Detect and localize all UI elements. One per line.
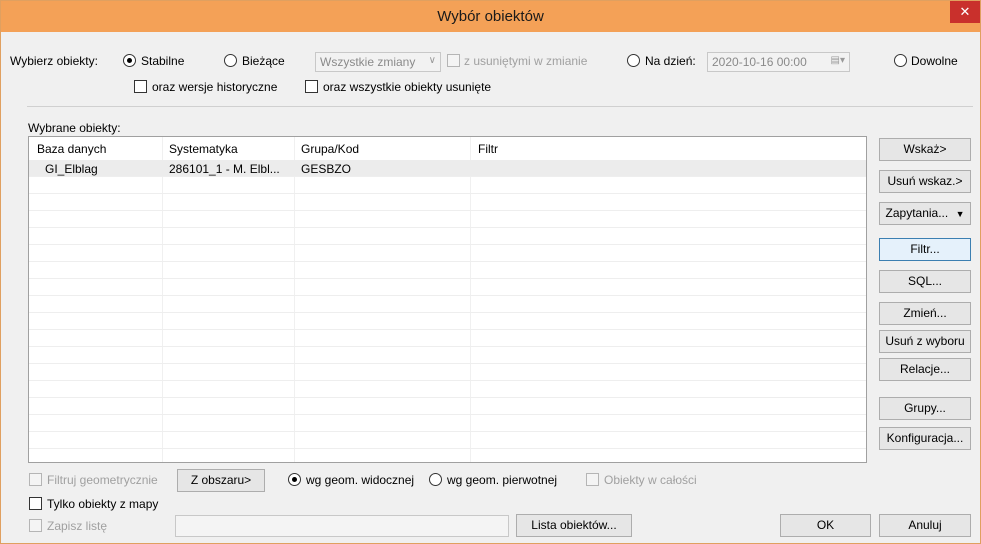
empty-row [29,415,866,432]
visible-geom-radio[interactable] [288,473,301,486]
geo-filter-checkbox[interactable] [29,473,42,486]
original-geom-label: wg geom. pierwotnej [447,473,558,487]
changes-combo[interactable]: Wszystkie zmiany ∨ [315,52,441,72]
on-date-radio[interactable] [627,54,640,67]
geo-filter-label: Filtruj geometrycznie [47,473,158,487]
column-header-systematics[interactable]: Systematyka [169,142,238,156]
chevron-down-icon: ∨ [428,55,436,66]
current-radio[interactable] [224,54,237,67]
map-only-checkbox[interactable] [29,497,42,510]
empty-row [29,228,866,245]
empty-row [29,313,866,330]
queries-button[interactable]: Zapytania... ▼ [879,202,971,225]
row-group-code: GESBZO [301,162,352,176]
groups-button[interactable]: Grupy... [879,397,971,420]
row-systematics: 286101_1 - M. Elbl... [169,162,280,176]
object-list-button[interactable]: Lista obiektów... [516,514,632,537]
empty-row [29,398,866,415]
configuration-button[interactable]: Konfiguracja... [879,427,971,450]
remove-from-selection-button[interactable]: Usuń z wyboru [879,330,971,353]
point-button[interactable]: Wskaż> [879,138,971,161]
empty-row [29,279,866,296]
window-title: Wybór obiektów [437,8,544,25]
with-removed-label: z usuniętymi w zmianie [464,54,588,68]
empty-row [29,296,866,313]
all-removed-label: oraz wszystkie obiekty usunięte [323,80,492,94]
historical-label: oraz wersje historyczne [152,80,278,94]
empty-row [29,262,866,279]
filter-button[interactable]: Filtr... [879,238,971,261]
sql-button[interactable]: SQL... [879,270,971,293]
close-button[interactable]: ✕ [950,1,980,23]
change-button[interactable]: Zmień... [879,302,971,325]
empty-row [29,347,866,364]
table-row[interactable]: GI_Elblag 286101_1 - M. Elbl... GESBZO [29,160,866,177]
historical-checkbox[interactable] [134,80,147,93]
column-header-group-code[interactable]: Grupa/Kod [301,142,359,156]
relations-button[interactable]: Relacje... [879,358,971,381]
original-geom-radio[interactable] [429,473,442,486]
with-removed-checkbox[interactable] [447,54,460,67]
on-date-label: Na dzień: [645,54,696,68]
dropdown-arrow-icon: ▼ [955,209,965,219]
title-bar[interactable]: Wybór obiektów ✕ [1,1,980,32]
empty-row [29,330,866,347]
separator [27,106,973,107]
empty-row [29,381,866,398]
empty-row [29,364,866,381]
any-label: Dowolne [911,54,958,68]
column-header-database[interactable]: Baza danych [37,142,106,156]
empty-row [29,177,866,194]
empty-row [29,211,866,228]
row-database: GI_Elblag [45,162,98,176]
whole-objects-checkbox[interactable] [586,473,599,486]
column-header-filter[interactable]: Filtr [478,142,498,156]
calendar-dropdown-icon: ▤▾ [830,55,845,66]
save-list-label: Zapisz listę [47,519,108,533]
list-header: Baza danych Systematyka Grupa/Kod Filtr [29,137,866,159]
stable-radio[interactable] [123,54,136,67]
current-label: Bieżące [242,54,285,68]
from-area-button[interactable]: Z obszaru> [177,469,265,492]
all-removed-checkbox[interactable] [305,80,318,93]
select-objects-label: Wybierz obiekty: [10,54,98,68]
dialog-window: Wybór obiektów ✕ Wybierz obiekty: Stabil… [0,0,981,544]
date-value: 2020-10-16 00:00 [712,55,807,69]
empty-row [29,432,866,449]
map-only-label: Tylko obiekty z mapy [47,497,159,511]
cancel-button[interactable]: Anuluj [879,514,971,537]
changes-combo-value: Wszystkie zmiany [320,55,416,69]
empty-row [29,194,866,211]
save-list-checkbox[interactable] [29,519,42,532]
visible-geom-label: wg geom. widocznej [306,473,415,487]
selected-objects-label: Wybrane obiekty: [28,121,121,135]
date-picker[interactable]: 2020-10-16 00:00 ▤▾ [707,52,850,72]
queries-label: Zapytania... [885,206,949,220]
stable-label: Stabilne [141,54,185,68]
ok-button[interactable]: OK [780,514,871,537]
selected-objects-list[interactable]: Baza danych Systematyka Grupa/Kod Filtr … [28,136,867,463]
any-radio[interactable] [894,54,907,67]
save-list-path-input[interactable] [175,515,509,537]
empty-row [29,245,866,262]
whole-objects-label: Obiekty w całości [604,473,697,487]
dialog-content: Wybierz obiekty: Stabilne Bieżące Wszyst… [3,32,978,543]
remove-point-button[interactable]: Usuń wskaz.> [879,170,971,193]
